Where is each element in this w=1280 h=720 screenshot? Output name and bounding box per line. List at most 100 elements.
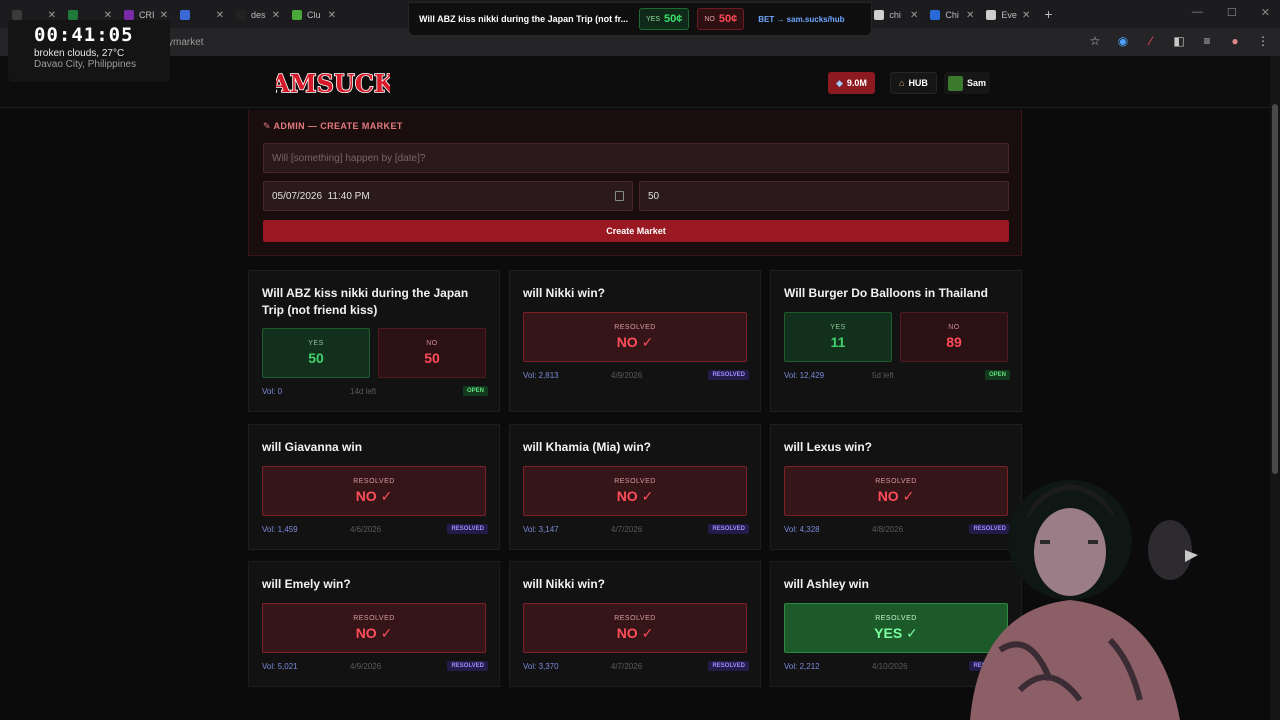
resolved-label: RESOLVED — [614, 614, 656, 622]
tab-label: Eve — [1001, 10, 1017, 20]
tab-close-icon[interactable]: ✕ — [1022, 10, 1030, 21]
market-footer: Vol: 1,459 4/6/2026 RESOLVED — [262, 524, 488, 537]
tab-label: CRI — [139, 10, 155, 20]
balance-button[interactable]: ◆ 9.0M — [828, 72, 875, 94]
resolved-outcome: YES ✓ — [874, 624, 918, 641]
scrollbar-thumb[interactable] — [1272, 104, 1278, 474]
tab-close-icon[interactable]: ✕ — [272, 10, 280, 21]
tab-close-icon[interactable]: ✕ — [328, 10, 336, 21]
resolved-result: RESOLVED NO ✓ — [262, 466, 486, 516]
page-scrollbar[interactable] — [1270, 56, 1280, 720]
wrench-icon: ✎ — [263, 121, 271, 131]
resolved-outcome: NO ✓ — [616, 487, 654, 504]
resolved-date: 4/9/2026 — [611, 371, 643, 380]
new-tab-icon[interactable]: + — [1044, 6, 1052, 22]
buy-no-button[interactable]: NO 50 — [378, 328, 486, 378]
avatar — [948, 75, 963, 91]
media-icon[interactable]: ≡ — [1200, 34, 1214, 48]
status-badge: OPEN — [462, 386, 488, 396]
extension-icon[interactable]: ◉ — [1116, 34, 1130, 48]
extension-icon[interactable]: ⁄ — [1144, 34, 1158, 48]
admin-create-market-panel: ✎ ADMIN — CREATE MARKET Will [something]… — [248, 110, 1022, 256]
browser-tab[interactable]: Clu ✕ — [286, 4, 342, 26]
resolved-date: 4/7/2026 — [611, 525, 643, 534]
market-card[interactable]: will Emely win? RESOLVED NO ✓ Vol: 5,021 4/9… — [248, 561, 500, 687]
location-text: Davao City, Philippines — [34, 59, 137, 70]
date-value: 05/07/2026 11:40 PM — [272, 190, 370, 202]
tab-label: des — [251, 10, 266, 20]
browser-tab[interactable]: des ✕ — [230, 4, 286, 26]
status-badge: RESOLVED — [708, 370, 749, 380]
close-date-input[interactable]: 05/07/2026 11:40 PM — [263, 181, 633, 211]
ticker-no-value: 50¢ — [718, 13, 738, 25]
clock-time: 00:41:05 — [34, 24, 134, 46]
tab-label: chi — [889, 10, 901, 20]
tab-favicon-icon — [986, 10, 997, 20]
resolved-label: RESOLVED — [875, 477, 917, 485]
maximize-icon[interactable]: ☐ — [1227, 6, 1237, 19]
buy-yes-button[interactable]: YES 11 — [784, 312, 892, 362]
tab-close-icon[interactable]: ✕ — [104, 10, 112, 21]
tab-close-icon[interactable]: ✕ — [216, 10, 224, 21]
menu-icon[interactable]: ⋮ — [1256, 34, 1270, 48]
no-label: NO — [426, 340, 438, 347]
time-left-text: 14d left — [350, 387, 377, 396]
market-title: Will Burger Do Balloons in Thailand — [784, 286, 988, 300]
tab-favicon-icon — [236, 10, 246, 20]
create-market-button[interactable]: Create Market — [263, 220, 1009, 242]
market-title: will Nikki win? — [523, 577, 606, 591]
profile-icon[interactable]: ● — [1228, 34, 1242, 48]
tab-close-icon[interactable]: ✕ — [966, 10, 974, 21]
tab-close-icon[interactable]: ✕ — [910, 10, 918, 21]
site-logo[interactable]: SAMSUCKS — [253, 65, 413, 101]
buy-yes-button[interactable]: YES 50 — [262, 328, 370, 378]
user-name: Sam — [967, 78, 987, 88]
market-card[interactable]: Will Burger Do Balloons in Thailand YES 11… — [770, 270, 1022, 412]
yes-label: YES — [830, 324, 846, 331]
volume-text: Vol: 12,429 — [784, 371, 825, 380]
bookmark-star-icon[interactable]: ☆ — [1088, 34, 1102, 48]
market-title: will Khamia (Mia) win? — [523, 440, 652, 454]
resolved-date: 4/8/2026 — [872, 525, 904, 534]
user-menu[interactable]: Sam — [944, 72, 991, 94]
toolbar-icons: ☆ ◉ ⁄ ◧ ≡ ● ⋮ — [1088, 34, 1270, 48]
tab-close-icon[interactable]: ✕ — [48, 10, 56, 21]
question-input[interactable]: Will [something] happen by [date]? — [263, 143, 1009, 173]
close-window-icon[interactable]: ✕ — [1261, 6, 1270, 19]
ticker-no-price: NO 50¢ — [697, 8, 745, 30]
resolved-result: RESOLVED NO ✓ — [523, 603, 747, 653]
tab-close-icon[interactable]: ✕ — [160, 10, 168, 21]
resolved-label: RESOLVED — [614, 323, 656, 331]
tab-favicon-icon — [180, 10, 190, 20]
minimize-icon[interactable]: — — [1192, 6, 1203, 19]
status-badge: RESOLVED — [708, 661, 749, 671]
market-footer: Vol: 3,147 4/7/2026 RESOLVED — [523, 524, 749, 537]
tab-favicon-icon — [12, 10, 22, 20]
no-price: 50 — [424, 350, 440, 366]
market-card[interactable]: will Nikki win? RESOLVED NO ✓ Vol: 2,813 4/9… — [509, 270, 761, 412]
market-footer: Vol: 5,021 4/9/2026 RESOLVED — [262, 661, 488, 674]
tab-label: Chi — [945, 10, 959, 20]
browser-tab[interactable]: Chi ✕ — [924, 4, 980, 26]
market-card[interactable]: will Khamia (Mia) win? RESOLVED NO ✓ Vol: 3… — [509, 424, 761, 550]
volume-text: Vol: 5,021 — [262, 662, 298, 671]
browser-tab[interactable]: ✕ — [174, 4, 230, 26]
no-label: NO — [948, 324, 960, 331]
resolved-outcome: NO ✓ — [616, 333, 654, 350]
volume-text: Vol: 0 — [262, 387, 283, 396]
resolved-date: 4/7/2026 — [611, 662, 643, 671]
market-card[interactable]: Will ABZ kiss nikki during the Japan Tri… — [248, 270, 500, 412]
market-card[interactable]: will Giavanna win RESOLVED NO ✓ Vol: 1,459 4… — [248, 424, 500, 550]
puzzle-icon[interactable]: ◧ — [1172, 34, 1186, 48]
initial-price-input[interactable]: 50 — [639, 181, 1009, 211]
address-url[interactable]: ymarket — [168, 37, 204, 48]
calendar-icon[interactable] — [615, 191, 624, 201]
hub-button[interactable]: ⌂ HUB — [890, 72, 937, 94]
market-card[interactable]: will Nikki win? RESOLVED NO ✓ Vol: 3,370 4/7… — [509, 561, 761, 687]
market-title: Will ABZ kiss nikki during the Japan Tri… — [262, 286, 469, 317]
browser-tab[interactable]: Eve ✕ — [980, 4, 1036, 26]
admin-panel-title: ✎ ADMIN — CREATE MARKET — [263, 121, 403, 132]
buy-no-button[interactable]: NO 89 — [900, 312, 1008, 362]
browser-tab[interactable]: chi ✕ — [868, 4, 924, 26]
ticker-yes-price: YES 50¢ — [639, 8, 690, 30]
